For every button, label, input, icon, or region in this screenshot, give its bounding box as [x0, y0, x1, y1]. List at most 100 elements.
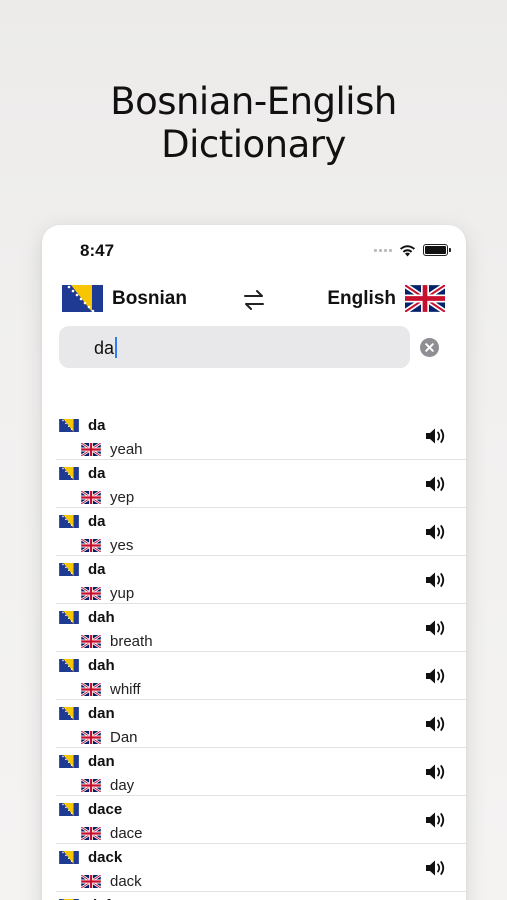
target-entry: dace [81, 825, 143, 842]
source-word: da [88, 417, 106, 434]
bosnia-flag-icon [59, 419, 79, 432]
list-item[interactable]: da yes [56, 508, 466, 556]
bosnia-flag-icon [59, 707, 79, 720]
source-word: da [88, 465, 106, 482]
speaker-icon[interactable] [424, 666, 448, 686]
list-item[interactable]: dah breath [56, 604, 466, 652]
translation-word: Dan [110, 729, 138, 746]
translation-word: yep [110, 489, 135, 506]
list-item[interactable]: da yeah [56, 412, 466, 460]
source-entry: da [59, 561, 106, 578]
source-entry: dah [59, 657, 115, 674]
speaker-icon[interactable] [424, 714, 448, 734]
uk-flag-icon [81, 539, 101, 552]
target-entry: breath [81, 633, 153, 650]
speaker-icon[interactable] [424, 522, 448, 542]
list-item[interactable]: da yep [56, 460, 466, 508]
translation-word: yeah [110, 441, 143, 458]
speaker-icon[interactable] [424, 474, 448, 494]
target-entry: yup [81, 585, 134, 602]
translation-word: day [110, 777, 135, 794]
bosnia-flag-icon [62, 285, 103, 312]
source-word: dan [88, 705, 115, 722]
uk-flag-icon [81, 443, 101, 456]
signal-icon [374, 248, 392, 252]
target-entry: Dan [81, 729, 138, 746]
bosnia-flag-icon [59, 659, 79, 672]
text-caret [115, 337, 118, 358]
target-entry: whiff [81, 681, 141, 698]
status-time: 8:47 [80, 241, 115, 260]
source-entry: da [59, 417, 106, 434]
speaker-icon[interactable] [424, 762, 448, 782]
translation-word: yes [110, 537, 134, 554]
source-entry: dack [59, 849, 122, 866]
bosnia-flag-icon [59, 803, 79, 816]
translation-word: whiff [110, 681, 141, 698]
list-item[interactable]: dack dack [56, 844, 466, 892]
results-list: da yeah da yep da yes da yup dah breath … [42, 412, 466, 900]
source-entry: dan [59, 705, 115, 722]
headline-line-1: Bosnian-English [110, 80, 397, 123]
source-word: da [88, 513, 106, 530]
bosnia-flag-icon [59, 611, 79, 624]
uk-flag-icon [81, 827, 101, 840]
status-icons [374, 243, 451, 257]
source-entry: dace [59, 801, 122, 818]
speaker-icon[interactable] [424, 858, 448, 878]
uk-flag-icon [81, 683, 101, 696]
language-bar: Bosnian English [42, 283, 466, 317]
source-language-selector[interactable]: Bosnian [62, 285, 187, 312]
bosnia-flag-icon [59, 515, 79, 528]
source-word: da [88, 561, 106, 578]
list-item[interactable]: da yup [56, 556, 466, 604]
uk-flag-icon [81, 587, 101, 600]
search-value: da [94, 338, 115, 358]
source-entry: dan [59, 753, 115, 770]
speaker-icon[interactable] [424, 618, 448, 638]
source-word: dah [88, 657, 115, 674]
speaker-icon[interactable] [424, 570, 448, 590]
bosnia-flag-icon [59, 851, 79, 864]
battery-icon [423, 244, 451, 256]
source-word: dack [88, 849, 123, 866]
status-bar: 8:47 [42, 225, 466, 275]
target-entry: yeah [81, 441, 143, 458]
translation-word: yup [110, 585, 135, 602]
source-word: dah [88, 609, 115, 626]
source-entry: da [59, 513, 106, 530]
search-input[interactable]: da [59, 326, 410, 368]
speaker-icon[interactable] [424, 810, 448, 830]
phone-screen: 8:47 Bosnian English da da yeah da yep d… [42, 225, 466, 900]
source-entry: dah [59, 609, 115, 626]
list-item[interactable]: dace dace [56, 796, 466, 844]
swap-arrows-icon[interactable] [241, 287, 267, 313]
bosnia-flag-icon [59, 467, 79, 480]
target-entry: day [81, 777, 134, 794]
uk-flag-icon [81, 875, 101, 888]
source-word: dan [88, 753, 115, 770]
uk-flag-icon [81, 491, 101, 504]
list-item[interactable]: dan Dan [56, 700, 466, 748]
speaker-icon[interactable] [424, 426, 448, 446]
uk-flag-icon [81, 731, 101, 744]
target-language-selector[interactable]: English [327, 285, 445, 312]
search-input-text: da [94, 337, 118, 359]
page-headline: Bosnian-English Dictionary [0, 80, 507, 166]
uk-flag-icon [81, 635, 101, 648]
translation-word: breath [110, 633, 153, 650]
list-item[interactable]: dan day [56, 748, 466, 796]
bosnia-flag-icon [59, 563, 79, 576]
target-entry: dack [81, 873, 142, 890]
headline-line-2: Dictionary [161, 123, 346, 166]
bosnia-flag-icon [59, 755, 79, 768]
source-language-label: Bosnian [112, 287, 187, 309]
clear-circle-icon[interactable] [420, 338, 439, 357]
list-item[interactable]: dah whiff [56, 652, 466, 700]
source-word: dace [88, 801, 123, 818]
translation-word: dack [110, 873, 142, 890]
uk-flag-icon [81, 779, 101, 792]
target-entry: yes [81, 537, 133, 554]
list-item[interactable]: daft [56, 892, 466, 900]
target-entry: yep [81, 489, 134, 506]
